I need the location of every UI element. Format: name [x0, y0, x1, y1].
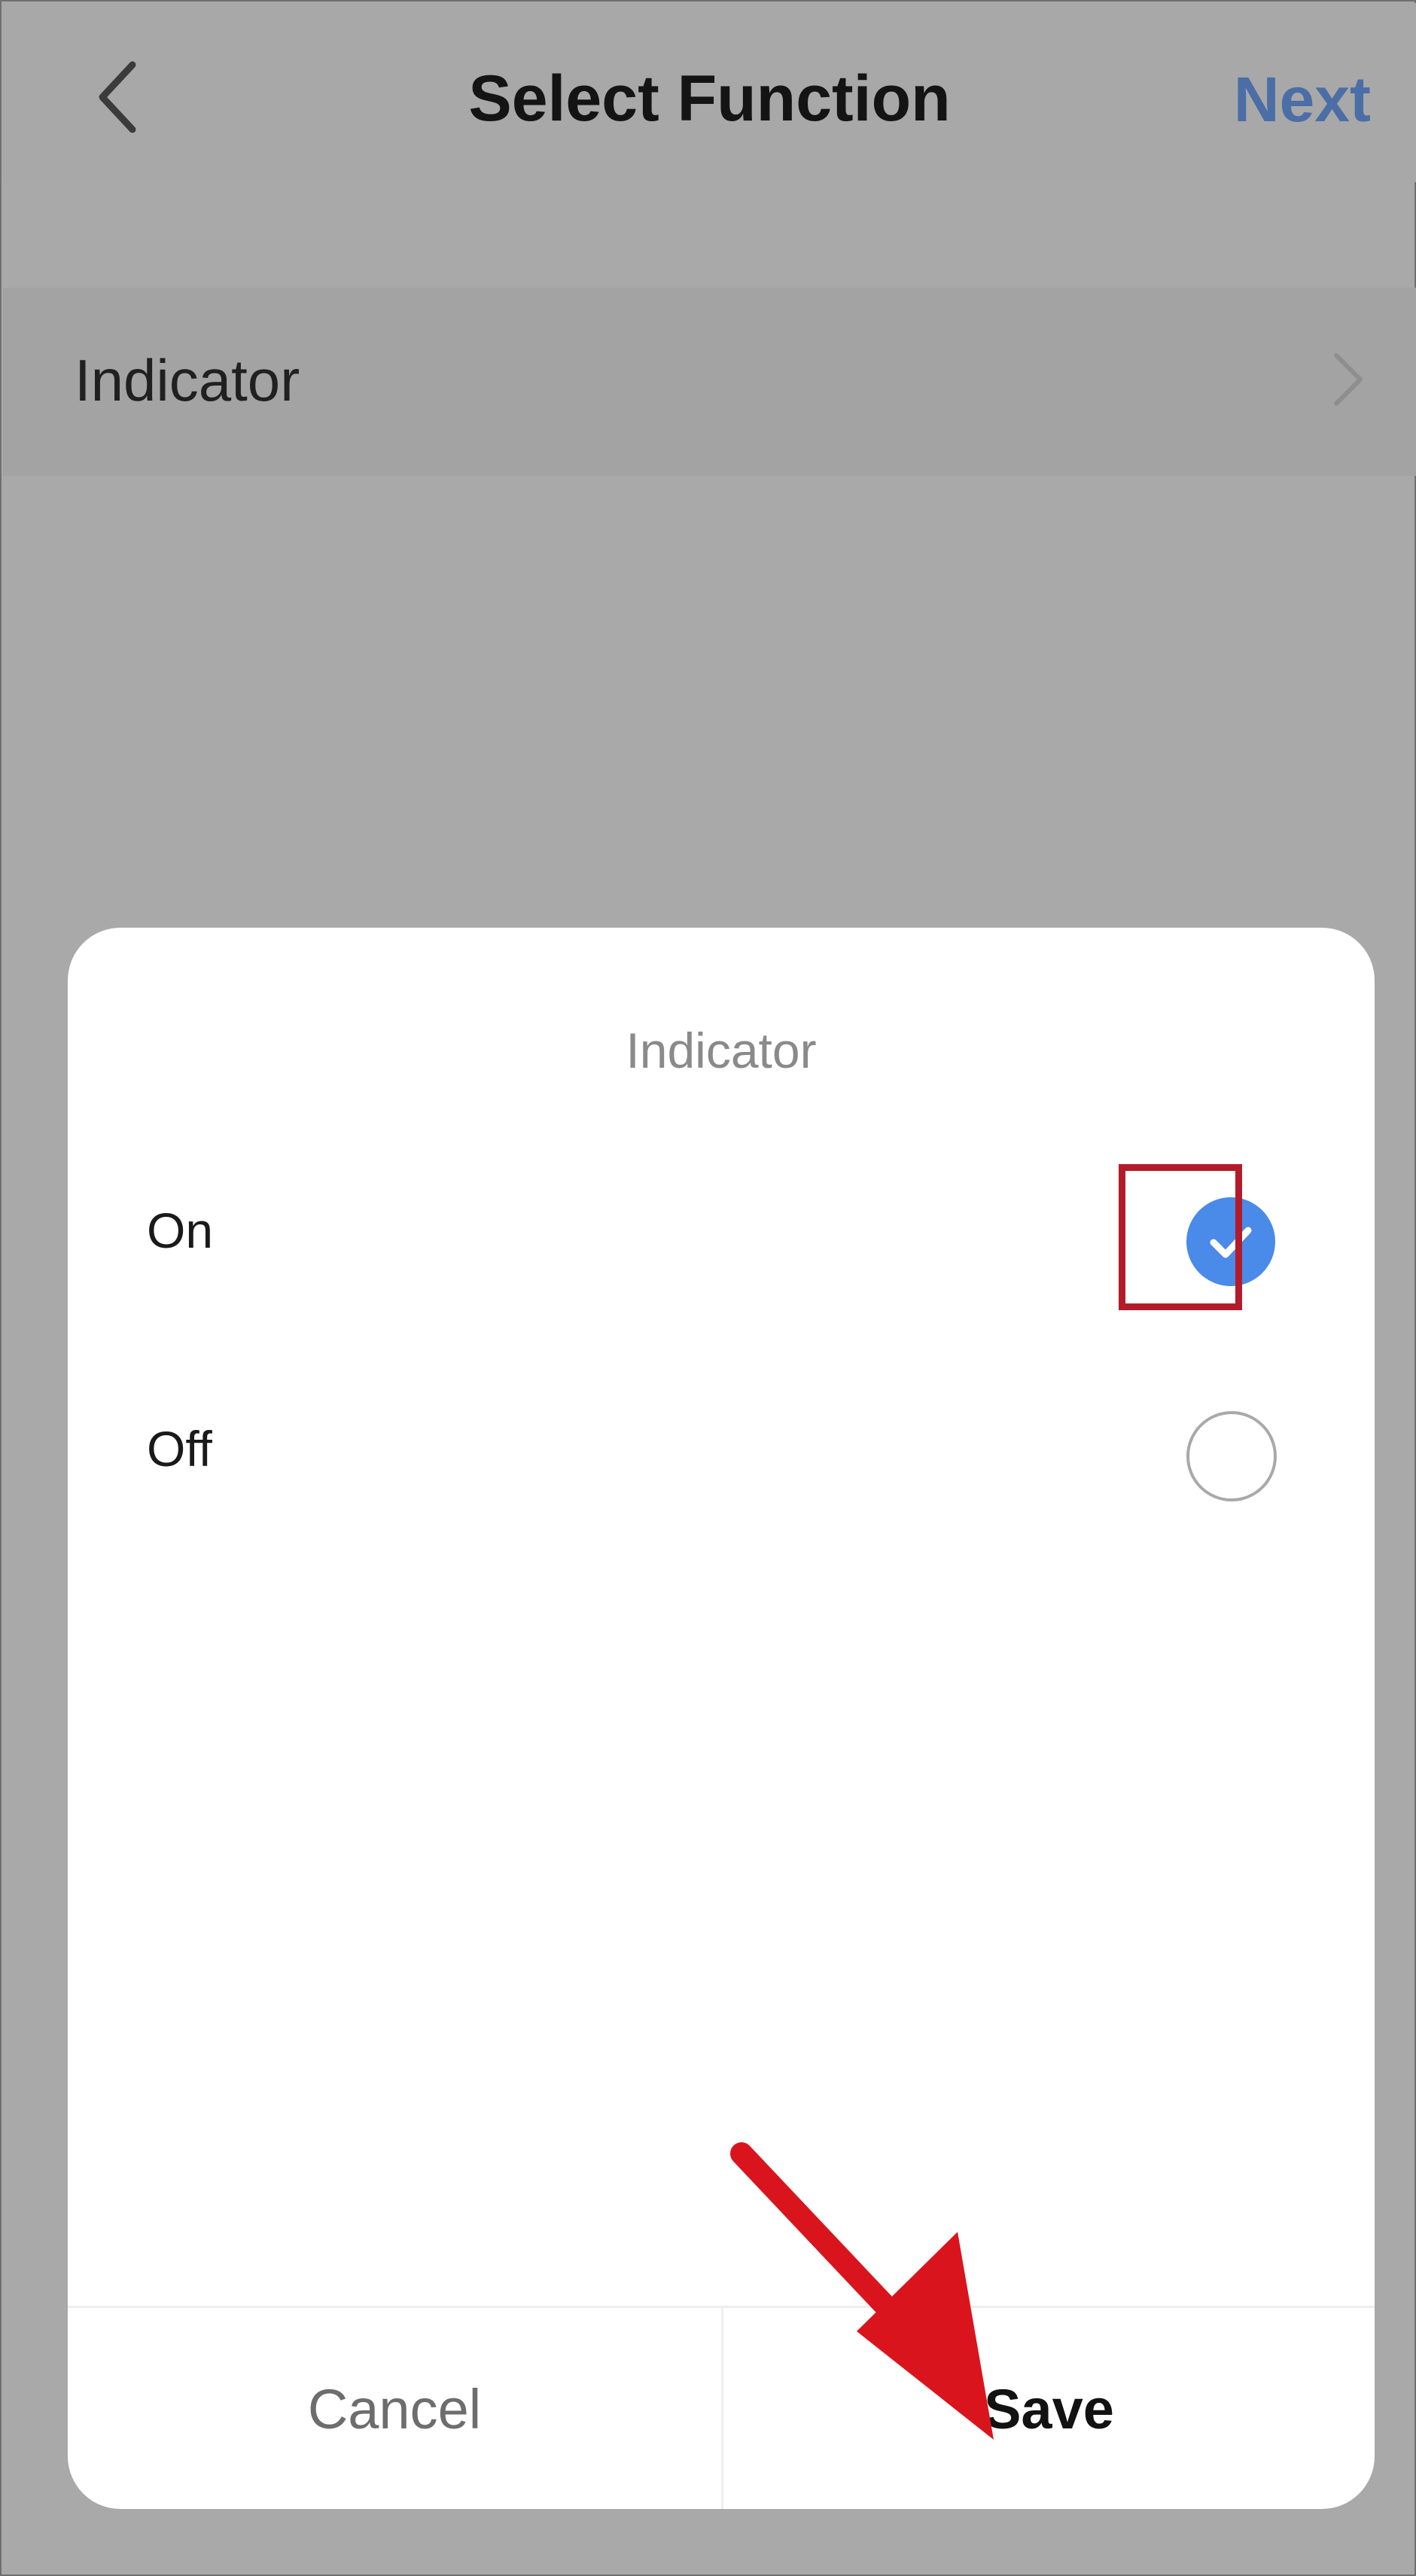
menu-item-indicator[interactable]: Indicator: [3, 288, 1416, 476]
next-button[interactable]: Next: [1234, 63, 1371, 136]
chevron-right-icon: [1334, 353, 1363, 406]
page-title: Select Function: [468, 62, 951, 135]
option-off[interactable]: Off: [68, 1364, 1375, 1538]
save-button[interactable]: Save: [723, 2308, 1375, 2509]
chevron-left-icon: [99, 61, 136, 133]
radio-selected-icon[interactable]: [1186, 1197, 1275, 1286]
cancel-button[interactable]: Cancel: [68, 2308, 721, 2509]
app-header: Select Function Next: [3, 3, 1416, 182]
selection-dialog: Indicator On Off Cancel Save: [68, 928, 1375, 2509]
dialog-footer: Cancel Save: [68, 2306, 1375, 2509]
screen: Select Function Next Indicator Indicator…: [0, 0, 1416, 2576]
dialog-title: Indicator: [626, 1023, 817, 1078]
check-icon: [1210, 1227, 1252, 1258]
option-on-label: On: [147, 1203, 214, 1258]
option-on[interactable]: On: [68, 1146, 1375, 1319]
back-button[interactable]: [86, 56, 154, 139]
radio-unselected-icon[interactable]: [1186, 1411, 1277, 1501]
menu-item-label: Indicator: [75, 347, 300, 413]
option-off-label: Off: [147, 1421, 212, 1477]
